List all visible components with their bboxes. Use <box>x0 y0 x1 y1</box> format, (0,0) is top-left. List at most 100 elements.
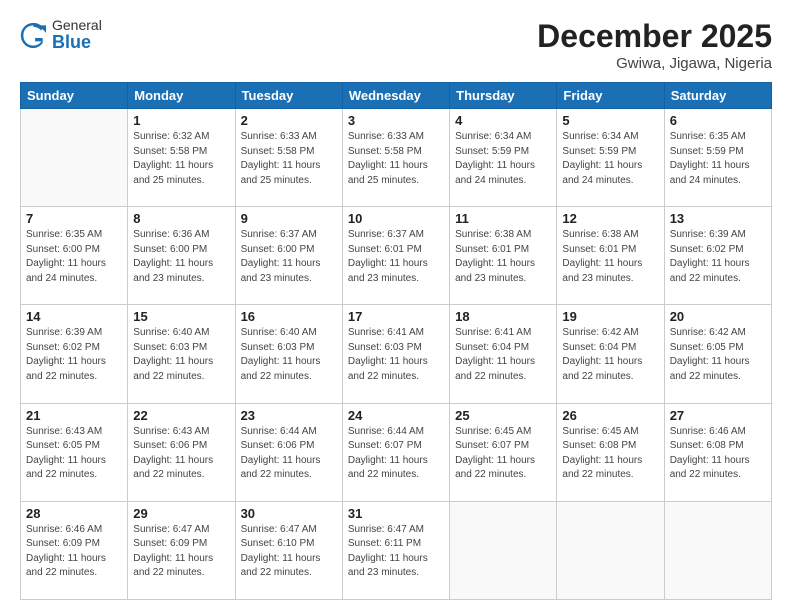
calendar-cell: 5 Sunrise: 6:34 AMSunset: 5:59 PMDaylight… <box>557 109 664 207</box>
day-header-monday: Monday <box>128 83 235 109</box>
calendar-cell: 23 Sunrise: 6:44 AMSunset: 6:06 PMDayligh… <box>235 403 342 501</box>
day-number: 25 <box>455 408 551 423</box>
calendar-cell: 7Sunrise: 6:35 AMSunset: 6:00 PMDaylight… <box>21 207 128 305</box>
week-row-1: 1 Sunrise: 6:32 AMSunset: 5:58 PMDaylight… <box>21 109 772 207</box>
day-info: Sunrise: 6:46 AMSunset: 6:09 PMDaylight:… <box>26 523 122 581</box>
calendar-cell: 21 Sunrise: 6:43 AMSunset: 6:05 PMDayligh… <box>21 403 128 501</box>
logo-general-text: General <box>52 18 102 33</box>
title-block: December 2025 Gwiwa, Jigawa, Nigeria <box>537 18 772 72</box>
calendar-cell <box>557 501 664 599</box>
logo-text: General Blue <box>52 18 102 53</box>
week-row-4: 21 Sunrise: 6:43 AMSunset: 6:05 PMDayligh… <box>21 403 772 501</box>
day-info: Sunrise: 6:46 AMSunset: 6:08 PMDaylight:… <box>670 425 766 483</box>
day-info: Sunrise: 6:33 AMSunset: 5:58 PMDaylight:… <box>348 130 444 188</box>
day-info: Sunrise: 6:32 AMSunset: 5:58 PMDaylight:… <box>133 130 229 188</box>
day-number: 12 <box>562 211 658 226</box>
week-row-5: 28 Sunrise: 6:46 AMSunset: 6:09 PMDayligh… <box>21 501 772 599</box>
calendar-cell: 2Sunrise: 6:33 AMSunset: 5:58 PMDaylight… <box>235 109 342 207</box>
day-number: 4 <box>455 113 551 128</box>
day-info: Sunrise: 6:38 AMSunset: 6:01 PMDaylight:… <box>562 228 658 286</box>
day-info: Sunrise: 6:44 AMSunset: 6:07 PMDaylight:… <box>348 425 444 483</box>
calendar-cell: 16 Sunrise: 6:40 AMSunset: 6:03 PMDayligh… <box>235 305 342 403</box>
calendar-table: SundayMondayTuesdayWednesdayThursdayFrid… <box>20 82 772 600</box>
day-number: 3 <box>348 113 444 128</box>
day-info: Sunrise: 6:45 AMSunset: 6:08 PMDaylight:… <box>562 425 658 483</box>
day-number: 21 <box>26 408 122 423</box>
day-info: Sunrise: 6:37 AMSunset: 6:00 PMDaylight:… <box>241 228 337 286</box>
day-number: 18 <box>455 309 551 324</box>
day-number: 20 <box>670 309 766 324</box>
day-info: Sunrise: 6:37 AMSunset: 6:01 PMDaylight:… <box>348 228 444 286</box>
calendar-cell: 20 Sunrise: 6:42 AMSunset: 6:05 PMDayligh… <box>664 305 771 403</box>
logo-blue-text: Blue <box>52 33 102 53</box>
day-info: Sunrise: 6:34 AMSunset: 5:59 PMDaylight:… <box>455 130 551 188</box>
header-row: SundayMondayTuesdayWednesdayThursdayFrid… <box>21 83 772 109</box>
day-info: Sunrise: 6:40 AMSunset: 6:03 PMDaylight:… <box>241 326 337 384</box>
calendar-cell: 6 Sunrise: 6:35 AMSunset: 5:59 PMDaylight… <box>664 109 771 207</box>
day-info: Sunrise: 6:39 AMSunset: 6:02 PMDaylight:… <box>26 326 122 384</box>
day-info: Sunrise: 6:43 AMSunset: 6:06 PMDaylight:… <box>133 425 229 483</box>
day-info: Sunrise: 6:44 AMSunset: 6:06 PMDaylight:… <box>241 425 337 483</box>
calendar-cell: 3 Sunrise: 6:33 AMSunset: 5:58 PMDaylight… <box>342 109 449 207</box>
calendar-cell: 30 Sunrise: 6:47 AMSunset: 6:10 PMDayligh… <box>235 501 342 599</box>
calendar-cell: 1 Sunrise: 6:32 AMSunset: 5:58 PMDaylight… <box>128 109 235 207</box>
calendar-cell: 12 Sunrise: 6:38 AMSunset: 6:01 PMDayligh… <box>557 207 664 305</box>
day-info: Sunrise: 6:35 AMSunset: 5:59 PMDaylight:… <box>670 130 766 188</box>
day-info: Sunrise: 6:42 AMSunset: 6:05 PMDaylight:… <box>670 326 766 384</box>
day-info: Sunrise: 6:43 AMSunset: 6:05 PMDaylight:… <box>26 425 122 483</box>
day-info: Sunrise: 6:47 AMSunset: 6:10 PMDaylight:… <box>241 523 337 581</box>
day-number: 22 <box>133 408 229 423</box>
day-info: Sunrise: 6:35 AMSunset: 6:00 PMDaylight:… <box>26 228 122 286</box>
logo-icon <box>20 22 48 50</box>
calendar-cell: 26 Sunrise: 6:45 AMSunset: 6:08 PMDayligh… <box>557 403 664 501</box>
calendar-cell: 19 Sunrise: 6:42 AMSunset: 6:04 PMDayligh… <box>557 305 664 403</box>
day-info: Sunrise: 6:40 AMSunset: 6:03 PMDaylight:… <box>133 326 229 384</box>
calendar-cell <box>450 501 557 599</box>
day-number: 30 <box>241 506 337 521</box>
calendar-cell <box>21 109 128 207</box>
day-info: Sunrise: 6:45 AMSunset: 6:07 PMDaylight:… <box>455 425 551 483</box>
calendar-cell: 18Sunrise: 6:41 AMSunset: 6:04 PMDayligh… <box>450 305 557 403</box>
day-number: 16 <box>241 309 337 324</box>
day-number: 24 <box>348 408 444 423</box>
header: General Blue December 2025 Gwiwa, Jigawa… <box>20 18 772 72</box>
day-header-wednesday: Wednesday <box>342 83 449 109</box>
calendar-title: December 2025 <box>537 18 772 55</box>
calendar-cell: 29Sunrise: 6:47 AMSunset: 6:09 PMDayligh… <box>128 501 235 599</box>
calendar-cell: 25 Sunrise: 6:45 AMSunset: 6:07 PMDayligh… <box>450 403 557 501</box>
day-info: Sunrise: 6:36 AMSunset: 6:00 PMDaylight:… <box>133 228 229 286</box>
calendar-cell: 8 Sunrise: 6:36 AMSunset: 6:00 PMDaylight… <box>128 207 235 305</box>
day-header-tuesday: Tuesday <box>235 83 342 109</box>
day-info: Sunrise: 6:38 AMSunset: 6:01 PMDaylight:… <box>455 228 551 286</box>
day-number: 10 <box>348 211 444 226</box>
day-info: Sunrise: 6:47 AMSunset: 6:09 PMDaylight:… <box>133 523 229 581</box>
calendar-cell: 31Sunrise: 6:47 AMSunset: 6:11 PMDayligh… <box>342 501 449 599</box>
day-number: 17 <box>348 309 444 324</box>
day-number: 1 <box>133 113 229 128</box>
week-row-2: 7Sunrise: 6:35 AMSunset: 6:00 PMDaylight… <box>21 207 772 305</box>
week-row-3: 14 Sunrise: 6:39 AMSunset: 6:02 PMDayligh… <box>21 305 772 403</box>
calendar-cell: 11 Sunrise: 6:38 AMSunset: 6:01 PMDayligh… <box>450 207 557 305</box>
day-number: 2 <box>241 113 337 128</box>
calendar-cell: 14 Sunrise: 6:39 AMSunset: 6:02 PMDayligh… <box>21 305 128 403</box>
day-number: 23 <box>241 408 337 423</box>
day-info: Sunrise: 6:34 AMSunset: 5:59 PMDaylight:… <box>562 130 658 188</box>
day-number: 27 <box>670 408 766 423</box>
calendar-cell: 22 Sunrise: 6:43 AMSunset: 6:06 PMDayligh… <box>128 403 235 501</box>
day-info: Sunrise: 6:47 AMSunset: 6:11 PMDaylight:… <box>348 523 444 581</box>
day-number: 11 <box>455 211 551 226</box>
page: General Blue December 2025 Gwiwa, Jigawa… <box>0 0 792 612</box>
day-number: 19 <box>562 309 658 324</box>
day-info: Sunrise: 6:39 AMSunset: 6:02 PMDaylight:… <box>670 228 766 286</box>
day-number: 13 <box>670 211 766 226</box>
day-number: 26 <box>562 408 658 423</box>
day-number: 5 <box>562 113 658 128</box>
day-header-sunday: Sunday <box>21 83 128 109</box>
day-number: 14 <box>26 309 122 324</box>
day-number: 28 <box>26 506 122 521</box>
day-header-thursday: Thursday <box>450 83 557 109</box>
calendar-cell: 13 Sunrise: 6:39 AMSunset: 6:02 PMDayligh… <box>664 207 771 305</box>
day-number: 8 <box>133 211 229 226</box>
day-number: 6 <box>670 113 766 128</box>
day-info: Sunrise: 6:42 AMSunset: 6:04 PMDaylight:… <box>562 326 658 384</box>
